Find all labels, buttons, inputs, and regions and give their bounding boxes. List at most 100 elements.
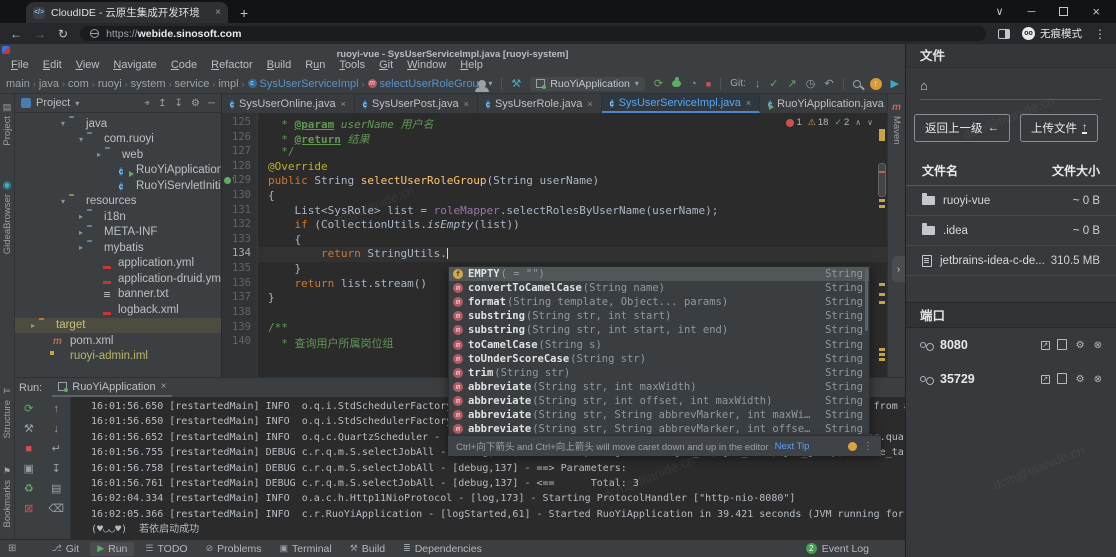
breadcrumb-item[interactable]: main [6, 78, 30, 90]
profiler-icon[interactable]: ◔ [690, 77, 697, 91]
tab-close-icon[interactable]: × [587, 99, 592, 109]
editor-tab-sysuserserviceimpl-java[interactable]: cSysUserServiceImpl.java× [602, 94, 761, 113]
side-panel-icon[interactable] [998, 29, 1010, 39]
open-in-browser-icon[interactable]: ↗ [1041, 375, 1050, 384]
port-settings-gear-icon[interactable]: ⚙ [1076, 340, 1085, 351]
editor-tab-sysuserpost-java[interactable]: cSysUserPost.java× [355, 94, 478, 113]
override-method-icon[interactable] [224, 177, 231, 184]
tree-item-i18n[interactable]: ▸i18n [15, 209, 221, 225]
popup-scrollbar[interactable] [865, 269, 868, 331]
tab-close-icon[interactable]: × [746, 98, 751, 108]
address-bar[interactable]: https://webide.sinosoft.com [80, 26, 986, 41]
tree-item-application-yml[interactable]: application.yml [15, 256, 221, 272]
tree-expand-arrow-icon[interactable]: ▾ [75, 135, 87, 144]
git-push-icon[interactable]: ↗ [787, 77, 796, 91]
breadcrumb-method[interactable]: mselectUserRoleGroup [368, 78, 479, 90]
home-icon[interactable]: ⌂ [906, 68, 1116, 99]
forward-icon[interactable]: → [34, 27, 46, 41]
menu-navigate[interactable]: Navigate [106, 57, 163, 74]
completion-item-abbreviate[interactable]: mabbreviate(String str, String abbrevMar… [449, 408, 869, 422]
reload-icon[interactable]: ↻ [58, 27, 68, 41]
upload-file-button[interactable]: 上传文件↑ [1020, 114, 1098, 142]
breadcrumb-item[interactable]: com [68, 78, 89, 90]
scroll-to-end-icon[interactable]: ↧ [52, 463, 61, 476]
history-icon[interactable]: ◷ [806, 77, 816, 91]
hide-panel-icon[interactable]: ─ [208, 98, 215, 109]
tab-close-icon[interactable]: × [215, 7, 221, 18]
url-text[interactable]: https://webide.sinosoft.com [106, 28, 241, 40]
completion-item-abbreviate[interactable]: mabbreviate(String str, int offset, int … [449, 394, 869, 408]
completion-item-tounderscorecase[interactable]: mtoUnderScoreCase(String str)String [449, 352, 869, 366]
statusbar-build[interactable]: ⚒Build [343, 542, 392, 556]
next-tip-link[interactable]: Next Tip [775, 441, 810, 452]
menu-view[interactable]: View [69, 57, 107, 74]
back-up-level-button[interactable]: 返回上一级← [914, 114, 1010, 142]
stop-process-icon[interactable]: ■ [25, 443, 32, 456]
prev-problem-icon[interactable]: ∧ [855, 118, 861, 127]
open-in-browser-icon[interactable]: ↗ [1041, 341, 1050, 350]
toolwindow-gideabrowser-tab[interactable]: ◉ GideaBrowser [0, 180, 14, 254]
tree-item-application-druid-yml[interactable]: application-druid.yml [15, 271, 221, 287]
browser-tab[interactable]: </> CloudIDE - 云原生集成开发环境 × [26, 2, 228, 23]
soft-wrap-icon[interactable]: ↵ [52, 443, 61, 456]
scroll-down-icon[interactable]: ↓ [54, 423, 60, 436]
tree-item-pom-xml[interactable]: mpom.xml [15, 333, 221, 349]
completion-item-abbreviate[interactable]: mabbreviate(String str, String abbrevMar… [449, 422, 869, 436]
tree-item-web[interactable]: ▸web [15, 147, 221, 163]
breadcrumb-item[interactable]: ruoyi [98, 78, 122, 90]
editor-tab-ruoyiapplication-java[interactable]: cRuoYiApplication.java× [760, 94, 903, 113]
rerun-application-icon[interactable]: ⟳ [24, 403, 33, 416]
editor-gutter[interactable]: 1251261271281291301311321331341351361371… [222, 113, 258, 377]
ide-feature-play-icon[interactable]: ▶ [891, 77, 899, 91]
copy-port-icon[interactable] [1059, 341, 1067, 350]
tree-item-target[interactable]: ▸target [15, 318, 221, 334]
statusbar-run[interactable]: ▶Run [90, 542, 134, 556]
breadcrumb-item[interactable]: impl [218, 78, 238, 90]
tree-item-java[interactable]: ▾java [15, 116, 221, 132]
editor-tab-sysuseronline-java[interactable]: cSysUserOnline.java× [222, 94, 355, 113]
new-tab-button[interactable]: + [240, 3, 248, 23]
tree-item-logback-xml[interactable]: logback.xml [15, 302, 221, 318]
window-close-button[interactable]: × [1092, 4, 1100, 19]
menu-edit[interactable]: Edit [36, 57, 69, 74]
run-console-tab[interactable]: RuoYiApplication × [52, 378, 172, 397]
run-configuration-select[interactable]: RuoYiApplication ▾ [530, 77, 645, 91]
tree-expand-arrow-icon[interactable]: ▸ [93, 150, 105, 159]
collapse-all-icon[interactable]: ↧ [175, 98, 183, 109]
menu-code[interactable]: Code [164, 57, 204, 74]
tip-menu-kebab-icon[interactable]: ⋮ [863, 441, 873, 452]
git-update-icon[interactable]: ↓ [755, 77, 761, 91]
build-hammer-icon[interactable]: ⚒ [511, 77, 521, 91]
menu-build[interactable]: Build [260, 57, 298, 74]
run-settings-wrench-icon[interactable]: ⚒ [24, 423, 34, 436]
tree-item-ruoyiapplication[interactable]: cRuoYiApplication [15, 163, 221, 179]
window-menu-chevron-icon[interactable]: ∨ [996, 5, 1004, 18]
locate-file-icon[interactable]: ⌖ [145, 98, 151, 109]
menu-refactor[interactable]: Refactor [204, 57, 260, 74]
expand-all-icon[interactable]: ↥ [158, 98, 166, 109]
tree-item-resources[interactable]: ▾resources [15, 194, 221, 210]
back-icon[interactable]: ← [10, 27, 22, 41]
tree-item-mybatis[interactable]: ▸mybatis [15, 240, 221, 256]
file-row-ruoyi-vue[interactable]: ruoyi-vue~ 0 B [906, 186, 1116, 216]
port-settings-gear-icon[interactable]: ⚙ [1076, 374, 1085, 385]
panel-collapse-handle[interactable]: › [892, 256, 905, 282]
statusbar-terminal[interactable]: ▣Terminal [273, 542, 339, 556]
toolwindow-switcher-icon[interactable]: ⊞ [8, 543, 16, 554]
editor-tab-sysuserrole-java[interactable]: cSysUserRole.java× [478, 94, 602, 113]
search-everywhere-icon[interactable] [853, 80, 861, 88]
exit-icon[interactable]: ⊠ [24, 503, 33, 516]
tree-item-ruoyiservletinitialize[interactable]: cRuoYiServletInitialize [15, 178, 221, 194]
git-commit-icon[interactable]: ✓ [769, 77, 778, 91]
tree-item-banner-txt[interactable]: banner.txt [15, 287, 221, 303]
toolwindow-project-tab[interactable]: ▤ Project [0, 102, 14, 146]
completion-item-substring[interactable]: msubstring(String str, int start)String [449, 309, 869, 323]
thread-dump-icon[interactable]: ▣ [24, 463, 34, 476]
tree-expand-arrow-icon[interactable]: ▸ [75, 243, 87, 252]
toolwindow-bookmarks-tab[interactable]: ⚑ Bookmarks [0, 466, 14, 528]
tree-expand-arrow-icon[interactable]: ▸ [75, 228, 87, 237]
completion-item-format[interactable]: mformat(String template, Object... param… [449, 295, 869, 309]
scroll-up-icon[interactable]: ↑ [54, 403, 60, 416]
tree-expand-arrow-icon[interactable]: ▸ [27, 321, 39, 330]
toolwindow-structure-tab[interactable]: ⊨ Structure [0, 386, 14, 439]
